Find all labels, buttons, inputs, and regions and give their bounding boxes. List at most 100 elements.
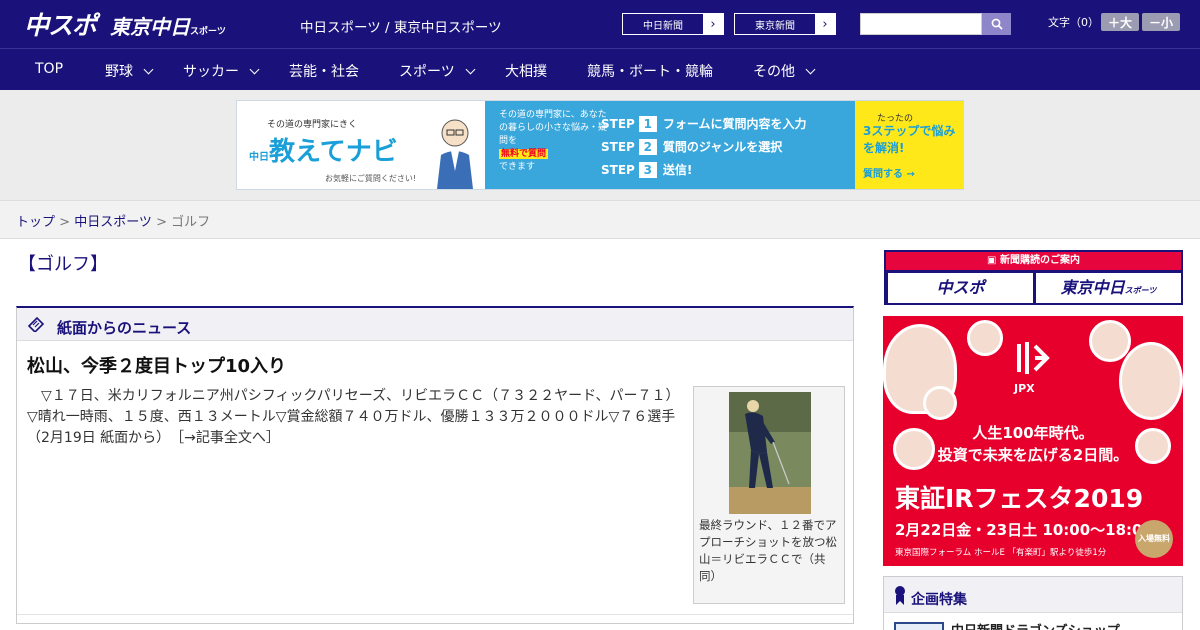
nav-other[interactable]: その他 [753,61,816,81]
nav-baseball[interactable]: 野球 [105,61,154,81]
feature-header: 企画特集 [884,577,1182,613]
search-icon [991,18,1003,30]
nav-soccer-label: サッカー [183,64,239,80]
tokyo-shimbun-button[interactable]: 東京新聞 › [734,13,836,35]
article-title-link[interactable]: 松山、今季２度目トップ10入り [27,352,286,378]
ad-title: 中日教えてナビ [249,131,398,168]
search-input[interactable] [860,13,982,35]
ad-title-text: 教えてナビ [269,137,398,167]
breadcrumb-sep: > [55,215,75,230]
read-more-link[interactable]: ［→記事全文へ］ [177,430,280,446]
nav-racing-label: 競馬・ボート・競輪 [587,64,713,80]
nav-top-label: TOP [35,61,64,77]
ad-right-big: 3ステップで悩みを解消! [863,123,963,157]
news-box-divider [17,614,853,624]
nav-sumo-label: 大相撲 [505,64,547,80]
golfer-photo[interactable] [729,392,811,514]
jpx-ir-festa-ad[interactable]: JPX 人生100年時代。 投資で未来を広げる2日間。 東証IRフェスタ2019… [883,316,1183,566]
subscribe-tokyo-small: スポーツ [1124,286,1157,295]
ad-middle-panel: その道の専門家に、あなたの暮らしの小さな悩み・疑問を 無料で質問 できます STEP… [485,101,855,189]
ad-line-1: 人生100年時代。 [972,424,1094,442]
article-body-text: ▽１７日、米カリフォルニア州パシフィックパリセーズ、リビエラＣＣ（７３２２ヤード… [27,388,680,446]
font-smaller-button[interactable]: －小 [1142,13,1180,31]
ad-step-1: STEP 1 フォームに質問内容を入力 [601,115,806,132]
nav-top[interactable]: TOP [35,61,63,77]
step-text: 送信! [662,163,693,177]
nav-entertainment-label: 芸能・社会 [289,64,359,80]
feature-thumbnail[interactable] [894,622,944,630]
step-text: 質問のジャンルを選択 [662,140,783,154]
tokyo-chunichi-logo[interactable]: 東京中日スポーツ [110,11,226,40]
news-box-header: 紙面からのニュース [17,308,853,341]
ad-venue: 東京国際フォーラム ホールE 「有楽町」駅より徒歩1分 [895,548,1107,558]
chuspo-logo[interactable]: 中スポ [24,6,97,42]
main-nav: TOP 野球 サッカー 芸能・社会 スポーツ 大相撲 競馬・ボート・競輪 その他 [0,48,1200,90]
person-photo [1119,342,1183,420]
step-label: STEP [601,117,635,131]
ribbon-icon [895,586,905,605]
nav-sports-label: スポーツ [399,64,455,80]
ad-tagline: その道の専門家にきく [267,120,358,130]
ad-free-badge: 入場無料 [1135,520,1173,558]
chevron-down-icon [143,64,154,74]
breadcrumb-current: ゴルフ [171,215,211,230]
chevron-right-icon: › [822,16,828,32]
step-num: 1 [638,116,657,132]
photo-caption: 最終ラウンド、１２番でアプローチショットを放つ松山＝リビエラＣＣで（共同） [699,518,837,583]
breadcrumb-home-link[interactable]: トップ [16,215,55,230]
font-larger-button[interactable]: ＋大 [1101,13,1139,31]
breadcrumb-section-link[interactable]: 中日スポーツ [74,215,152,230]
news-box-title: 紙面からのニュース [57,319,192,337]
person-illustration-icon [437,119,473,189]
nav-baseball-label: 野球 [105,64,133,80]
nav-soccer[interactable]: サッカー [183,61,260,81]
nav-sports[interactable]: スポーツ [399,61,476,81]
chunichi-shimbun-button[interactable]: 中日新聞 › [622,13,724,35]
feature-box: 企画特集 中日新聞ドラゴンズショップ [883,576,1183,630]
page-title: 【ゴルフ】 [18,254,108,275]
subscribe-tokyo-chunichi-button[interactable]: 東京中日スポーツ [1036,273,1181,303]
chunichi-shimbun-label: 中日新聞 [623,14,703,34]
ad-step-3: STEP 3 送信! [601,161,692,178]
ad-date: 2月22日金・23日土 10:00～18:00 [895,521,1153,539]
chevron-down-icon [805,64,816,74]
news-box: 紙面からのニュース 松山、今季２度目トップ10入り ▽１７日、米カリフォルニア州… [16,306,854,624]
newspaper-icon: ▣ [987,255,1000,266]
subscribe-tokyo-label: 東京中日 [1060,278,1125,297]
top-header: 中スポ 東京中日スポーツ 中日スポーツ / 東京中日スポーツ 中日新聞 › 東京… [0,0,1200,48]
breadcrumb-sep: > [151,215,172,230]
nav-sumo[interactable]: 大相撲 [505,61,547,81]
nav-entertainment[interactable]: 芸能・社会 [289,61,359,81]
ad-right-panel: たったの 3ステップで悩みを解消! 質問する → [855,101,963,189]
jpx-logo-icon [1017,342,1050,374]
subscription-header: ▣ 新聞購読のご案内 [886,252,1181,270]
chevron-right-icon: › [710,16,716,32]
step-num: 3 [638,162,657,178]
chevron-down-icon [249,64,260,74]
ad-right-cta: 質問する → [863,169,915,180]
step-label: STEP [601,140,635,154]
ad-description: その道の専門家に、あなたの暮らしの小さな悩み・疑問を 無料で質問 できます [499,109,609,174]
nav-other-label: その他 [753,64,795,80]
font-size-label: 文字（0） [1048,16,1099,29]
nav-racing[interactable]: 競馬・ボート・競輪 [587,61,713,81]
newspaper-icon [27,316,45,332]
person-photo [1089,320,1131,362]
tokyo-shimbun-label: 東京新聞 [735,14,815,34]
breadcrumb-bar: トップ > 中日スポーツ > ゴルフ [0,200,1200,239]
feature-item-link[interactable]: 中日新聞ドラゴンズショップ [951,620,1120,630]
subscribe-chuspo-button[interactable]: 中スポ [888,273,1033,303]
search-button[interactable] [982,13,1011,35]
subscription-box: ▣ 新聞購読のご案内 中スポ 東京中日スポーツ [884,250,1183,305]
golfer-photo-image [729,392,811,514]
ad-left-panel: その道の専門家にきく 中日教えてナビ お気軽にご質問ください! [237,101,485,189]
site-name: 中日スポーツ / 東京中日スポーツ [300,20,502,36]
person-photo [923,386,957,420]
feature-title: 企画特集 [911,592,967,608]
step-num: 2 [638,139,657,155]
breadcrumb: トップ > 中日スポーツ > ゴルフ [16,211,210,230]
article-photo-box: 最終ラウンド、１２番でアプローチショットを放つ松山＝リビエラＣＣで（共同） [693,386,845,604]
oshiete-navi-ad-banner[interactable]: その道の専門家にきく 中日教えてナビ お気軽にご質問ください! その道の専門家に… [236,100,964,190]
article-body: ▽１７日、米カリフォルニア州パシフィックパリセーズ、リビエラＣＣ（７３２２ヤード… [27,386,687,449]
tokyo-logo-text: 東京中日 [110,15,190,39]
